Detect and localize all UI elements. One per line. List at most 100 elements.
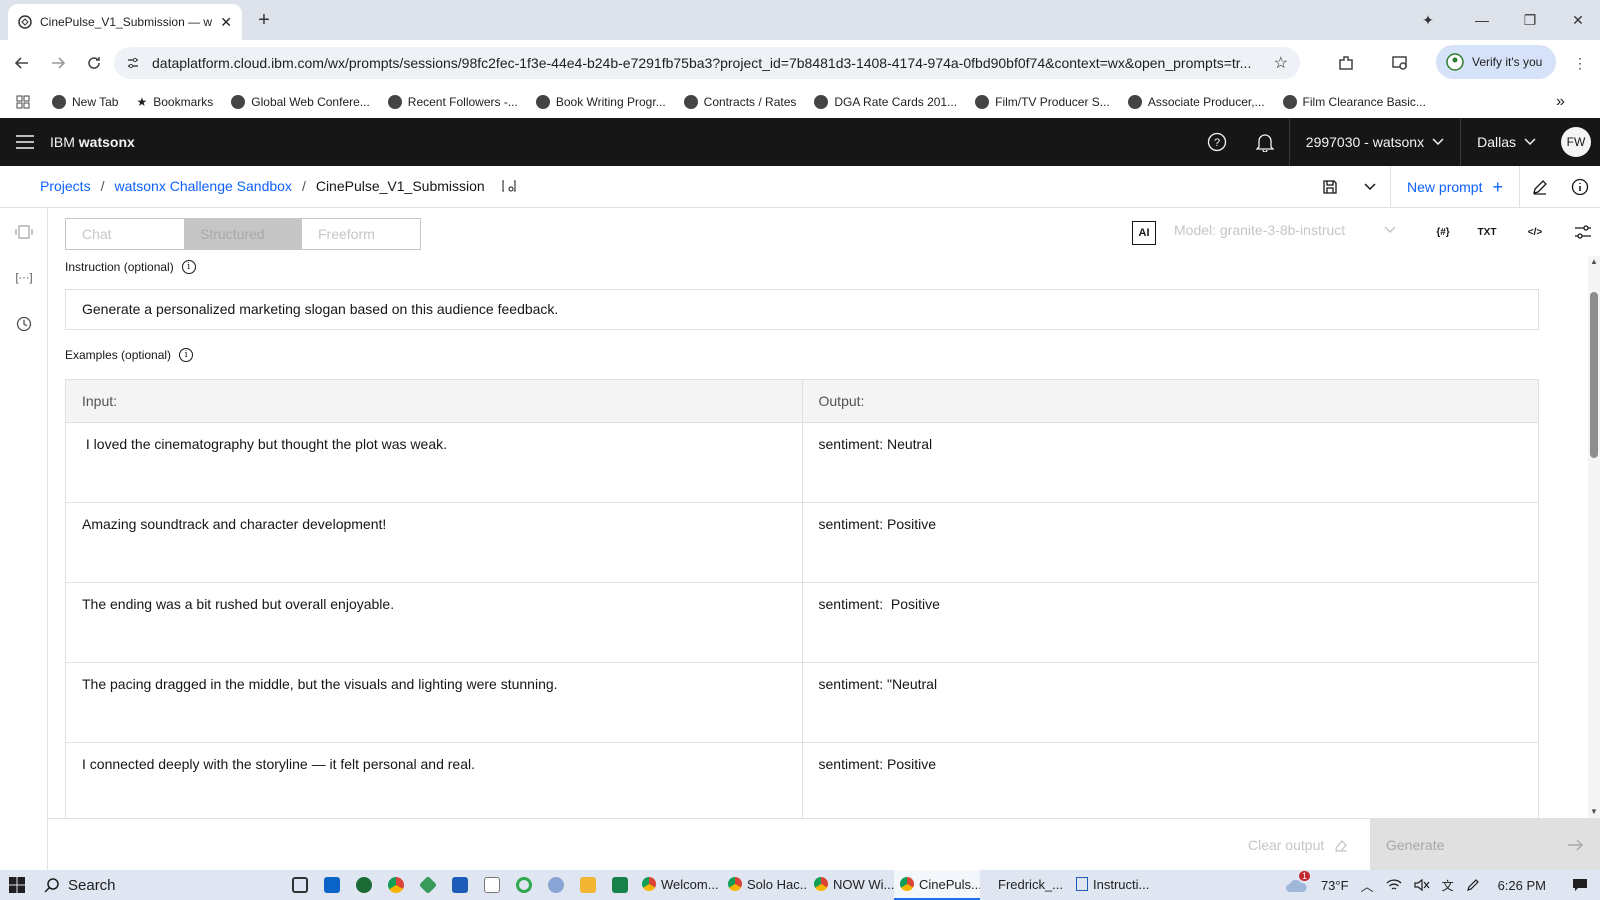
model-selector[interactable]: Model: granite-3-8b-instruct [1174,222,1396,238]
info-icon[interactable] [1560,166,1600,208]
app-ring-icon[interactable] [508,870,540,900]
example-input-cell[interactable]: I loved the cinematography but thought t… [66,423,803,502]
site-info-icon[interactable] [126,56,140,70]
bookmark-item[interactable]: Book Writing Progr... [535,95,666,109]
bookmark-item[interactable]: Film/TV Producer S... [975,95,1110,109]
bookmark-item[interactable]: New Tab [52,95,118,109]
app-diamond-icon[interactable] [412,870,444,900]
bookmark-star-icon[interactable]: ☆ [1274,53,1288,73]
settings-sliders-icon[interactable] [1570,220,1596,244]
tab-search-icon[interactable] [1388,51,1412,75]
verify-identity-button[interactable]: Verify it's you [1436,45,1556,79]
word-icon[interactable] [444,870,476,900]
vertical-scrollbar[interactable]: ▲ ▼ [1588,256,1600,818]
tab-close-icon[interactable]: ✕ [220,14,232,31]
pen-icon[interactable] [1466,878,1480,892]
region-switcher[interactable]: Dallas [1460,118,1552,166]
taskbar-app-active[interactable]: CinePuls... [894,870,980,900]
example-output-cell[interactable]: sentiment: Positive [803,743,1539,818]
tab-chat[interactable]: Chat [66,219,184,249]
tab-structured[interactable]: Structured [184,219,302,249]
example-output-cell[interactable]: sentiment: Neutral [803,423,1539,502]
bookmark-item[interactable]: Global Web Confere... [231,95,370,109]
taskbar-app[interactable]: Solo Hac... [722,870,808,900]
excel-icon[interactable] [604,870,636,900]
tab-freeform[interactable]: Freeform [302,219,420,249]
notification-center-icon[interactable] [1572,878,1588,892]
breadcrumb-projects-link[interactable]: Projects [40,178,91,194]
history-clock-icon[interactable] [12,312,36,336]
bookmark-item[interactable]: Recent Followers -... [387,95,518,109]
save-icon[interactable] [1310,166,1350,208]
speaker-muted-icon[interactable] [1413,878,1430,892]
prompt-variables-icon[interactable]: {#} [1430,220,1456,244]
bookmarks-overflow-icon[interactable]: » [1556,93,1565,111]
back-icon[interactable] [10,51,34,75]
browser-menu-icon[interactable]: ⋮ [1568,51,1592,75]
variables-icon[interactable]: [···] [12,266,36,290]
browser-tab-active[interactable]: CinePulse_V1_Submission — w ✕ [8,4,242,40]
taskbar-app[interactable]: Instructi... [1070,870,1156,900]
new-prompt-button[interactable]: New prompt + [1390,166,1520,208]
taskbar-app[interactable]: NOW Wi... [808,870,894,900]
notes-icon[interactable] [476,870,508,900]
app-r-icon[interactable] [540,870,572,900]
hamburger-menu-icon[interactable] [16,135,34,149]
extensions-icon[interactable] [1334,51,1358,75]
weather-cloud-icon[interactable]: 1 [1285,871,1310,893]
reload-icon[interactable] [82,51,106,75]
address-bar[interactable]: dataplatform.cloud.ibm.com/wx/prompts/se… [114,47,1300,79]
scrollbar-thumb[interactable] [1590,292,1598,458]
example-input-cell[interactable]: I connected deeply with the storyline — … [66,743,803,818]
app-green-circle-icon[interactable] [348,870,380,900]
window-close-icon[interactable]: ✕ [1566,8,1590,32]
clock-time[interactable]: 6:26 PM [1498,878,1546,893]
generate-button[interactable]: Generate [1370,819,1600,871]
txt-format-icon[interactable]: TXT [1474,220,1500,244]
taskbar-search[interactable]: Search [34,870,284,900]
instruction-field[interactable]: Generate a personalized marketing slogan… [65,289,1539,330]
restore-icon[interactable]: ❐ [1518,8,1542,32]
weather-temp[interactable]: 73°F [1321,878,1349,893]
example-input-cell[interactable]: The pacing dragged in the middle, but th… [66,663,803,742]
taskbar-app[interactable]: Fredrick_... [980,870,1070,900]
avatar[interactable]: FW [1561,127,1591,157]
minimize-icon[interactable]: — [1470,8,1494,32]
task-view-icon[interactable] [284,870,316,900]
bookmark-item[interactable]: Associate Producer,... [1127,95,1265,109]
wifi-icon[interactable] [1386,878,1402,892]
account-switcher[interactable]: 2997030 - watsonx [1288,118,1460,166]
new-tab-button[interactable]: + [254,10,274,30]
notification-bell-icon[interactable] [1241,118,1289,166]
clear-output-button[interactable]: Clear output [1248,819,1348,871]
taskbar-app[interactable]: Welcom... [636,870,722,900]
info-icon[interactable]: i [179,348,194,362]
forward-icon[interactable] [46,51,70,75]
save-options-chevron-icon[interactable] [1350,166,1390,208]
breadcrumb-sandbox-link[interactable]: watsonx Challenge Sandbox [114,178,291,194]
info-icon[interactable]: i [181,260,196,274]
apps-grid-icon[interactable] [16,95,30,109]
scroll-up-icon[interactable]: ▲ [1590,258,1598,266]
example-output-cell[interactable]: sentiment: "Neutral [803,663,1539,742]
bookmark-item[interactable]: Contracts / Rates [683,95,796,109]
example-output-cell[interactable]: sentiment: Positive [803,503,1539,582]
scroll-down-icon[interactable]: ▼ [1590,808,1598,816]
edit-pencil-icon[interactable] [1520,166,1560,208]
chrome-icon[interactable] [380,870,412,900]
edit-details-icon[interactable] [501,178,517,194]
example-input-cell[interactable]: The ending was a bit rushed but overall … [66,583,803,662]
code-icon[interactable]: </> [1522,220,1548,244]
example-input-cell[interactable]: Amazing soundtrack and character develop… [66,503,803,582]
help-icon[interactable]: ? [1193,118,1241,166]
outlook-icon[interactable] [316,870,348,900]
bookmark-item[interactable]: Film Clearance Basic... [1282,95,1426,109]
panel-toggle-icon[interactable] [12,220,36,244]
bookmark-item[interactable]: DGA Rate Cards 201... [814,95,957,109]
bookmark-item[interactable]: ★ Bookmarks [136,95,213,109]
sparkle-icon[interactable]: ✦ [1416,8,1440,32]
file-explorer-icon[interactable] [572,870,604,900]
app-brand[interactable]: IBM watsonx [50,134,135,150]
keyboard-language-icon[interactable]: 文 [1442,877,1454,894]
chevron-up-icon[interactable]: ︿ [1361,876,1374,895]
